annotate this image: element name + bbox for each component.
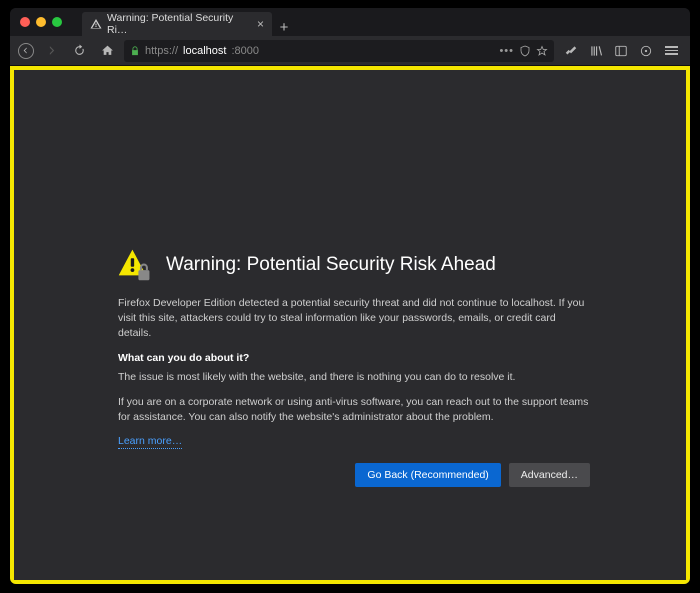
new-tab-button[interactable]: + [272,19,296,36]
subheading: What can you do about it? [118,352,590,364]
back-button[interactable] [18,43,34,59]
active-tab[interactable]: Warning: Potential Security Ri… × [82,12,272,36]
lock-icon [130,46,140,56]
advanced-button[interactable]: Advanced… [509,463,590,487]
url-scheme: https:// [145,45,178,57]
warning-lock-icon [118,248,152,282]
url-path: :8000 [231,45,259,57]
learn-more-link[interactable]: Learn more… [118,435,182,449]
page-viewport: Warning: Potential Security Risk Ahead F… [10,66,690,584]
library-icon[interactable] [585,40,607,62]
reload-button[interactable] [68,40,90,62]
responsive-design-icon[interactable] [635,40,657,62]
tab-strip: Warning: Potential Security Ri… × + [10,8,690,36]
devtools-icon[interactable] [560,40,582,62]
intro-text: Firefox Developer Edition detected a pot… [118,296,590,342]
body-line-2: If you are on a corporate network or usi… [118,395,590,425]
page-title: Warning: Potential Security Risk Ahead [166,254,496,276]
toolbar-right [560,40,682,62]
app-menu-button[interactable] [660,40,682,62]
close-window-icon[interactable] [20,17,30,27]
warning-icon [90,18,102,30]
go-back-button[interactable]: Go Back (Recommended) [355,463,500,487]
nav-toolbar: https:// localhost :8000 ••• [10,36,690,66]
address-bar[interactable]: https:// localhost :8000 ••• [124,40,554,62]
sidebar-icon[interactable] [610,40,632,62]
minimize-window-icon[interactable] [36,17,46,27]
forward-button [40,40,62,62]
tracking-shield-icon[interactable] [519,45,531,57]
security-warning-page: Warning: Potential Security Risk Ahead F… [118,248,590,487]
body-line-1: The issue is most likely with the websit… [118,370,590,385]
window-controls [20,17,62,27]
zoom-window-icon[interactable] [52,17,62,27]
page-actions-icon[interactable]: ••• [499,45,514,57]
home-button[interactable] [96,40,118,62]
bookmark-star-icon[interactable] [536,45,548,57]
url-host: localhost [183,45,226,57]
browser-window: Warning: Potential Security Ri… × + http… [10,8,690,584]
tab-title: Warning: Potential Security Ri… [107,12,248,36]
close-tab-icon[interactable]: × [257,18,264,30]
